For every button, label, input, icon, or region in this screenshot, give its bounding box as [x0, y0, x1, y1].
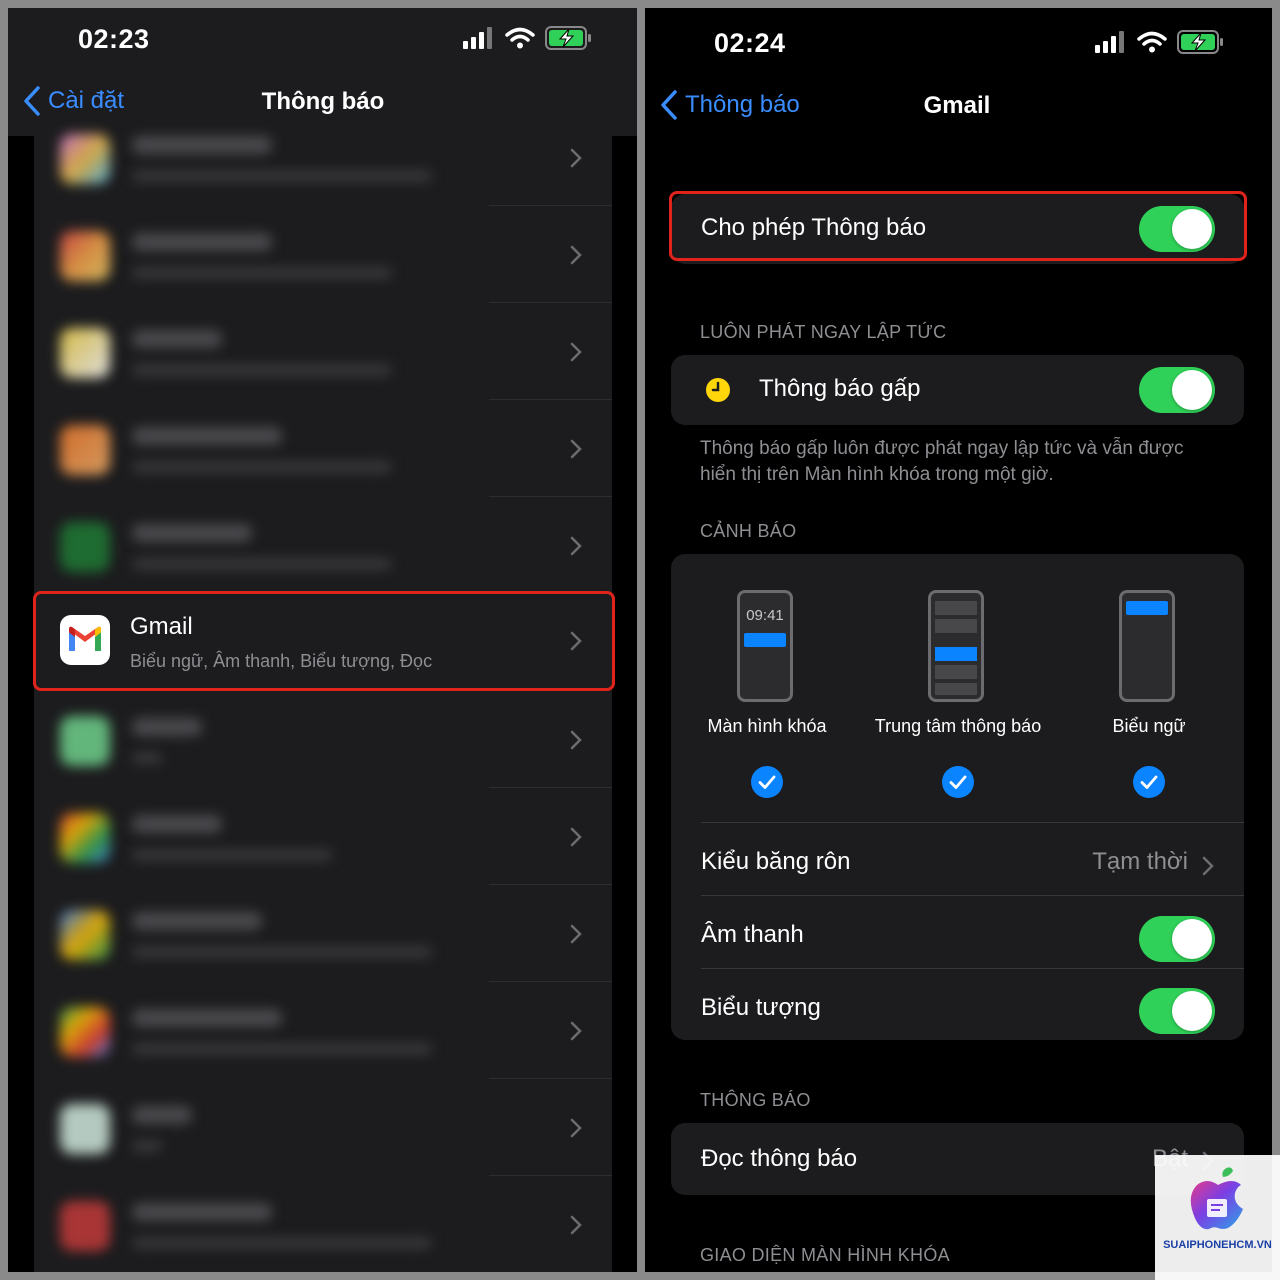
badges-toggle[interactable]	[1139, 988, 1215, 1034]
app-icon	[60, 134, 110, 184]
chevron-right-icon	[570, 1118, 582, 1138]
status-icons	[1095, 30, 1225, 54]
back-button[interactable]: Thông báo	[659, 90, 800, 120]
wifi-icon	[505, 27, 535, 49]
cellular-signal-icon	[1095, 31, 1124, 53]
time-sensitive-description-line1: Thông báo gấp luôn được phát ngay lập tứ…	[700, 438, 1184, 459]
app-icon	[60, 813, 110, 863]
battery-charging-icon	[1177, 30, 1223, 54]
chevron-right-icon	[570, 924, 582, 944]
wifi-icon	[1137, 31, 1167, 53]
section-header-always: LUÔN PHÁT NGAY LẬP TỨC	[700, 322, 947, 342]
app-icon	[60, 910, 110, 960]
section-header-alerts: CẢNH BÁO	[700, 521, 797, 541]
list-item[interactable]	[34, 789, 612, 885]
notification-center-preview[interactable]	[928, 590, 984, 702]
gmail-highlight-box	[33, 591, 615, 691]
banner-style-label: Kiểu băng rôn	[701, 848, 851, 875]
app-icon	[60, 231, 110, 281]
list-item[interactable]	[34, 1080, 612, 1176]
chevron-right-icon	[570, 730, 582, 750]
chevron-right-icon	[570, 536, 582, 556]
chevron-right-icon	[570, 342, 582, 362]
time-sensitive-label: Thông báo gấp	[759, 375, 921, 402]
allow-highlight-box	[669, 191, 1247, 261]
badges-label: Biểu tượng	[701, 994, 821, 1021]
lock-screen-time: 09:41	[746, 607, 784, 624]
app-icon	[60, 1007, 110, 1057]
apple-logo-icon	[1190, 1167, 1243, 1230]
notification-center-checkmark-icon[interactable]	[942, 766, 974, 798]
page-title: Gmail	[923, 92, 991, 119]
status-time: 02:24	[714, 28, 786, 58]
app-icon	[60, 522, 110, 572]
time-sensitive-toggle[interactable]	[1139, 367, 1215, 413]
chevron-right-icon	[570, 439, 582, 459]
status-time: 02:23	[78, 24, 150, 54]
chevron-right-icon	[570, 245, 582, 265]
banners-checkmark-icon[interactable]	[1133, 766, 1165, 798]
section-header-lock-appearance: GIAO DIỆN MÀN HÌNH KHÓA	[700, 1245, 950, 1265]
list-item[interactable]	[34, 886, 612, 982]
battery-charging-icon	[545, 26, 591, 50]
clock-icon	[706, 378, 730, 402]
chevron-right-icon	[570, 827, 582, 847]
list-item[interactable]	[34, 692, 612, 788]
banners-label: Biểu ngữ	[1112, 716, 1186, 736]
left-screen: 02:23 Cài đặt Thông báo Gmail Biểu ngữ, …	[8, 8, 637, 1272]
time-sensitive-row: Thông báo gấp	[671, 355, 1244, 425]
section-header-announce: THÔNG BÁO	[700, 1090, 811, 1110]
list-item[interactable]	[34, 207, 612, 303]
chevron-right-icon	[570, 148, 582, 168]
watermark-text: SUAIPHONEHCM.VN	[1163, 1239, 1272, 1251]
chevron-right-icon	[570, 1021, 582, 1041]
app-list	[34, 134, 612, 1272]
app-icon	[60, 1104, 110, 1154]
list-item[interactable]	[34, 401, 612, 497]
alerts-group: 09:41 Màn hình khóa Trung tâm thông báo …	[671, 554, 1244, 1040]
lock-screen-label: Màn hình khóa	[707, 716, 827, 736]
sounds-label: Âm thanh	[701, 921, 804, 948]
banner-style-value: Tạm thời	[1092, 848, 1188, 875]
chevron-left-icon	[661, 90, 677, 120]
banner-preview[interactable]	[1119, 590, 1175, 702]
lock-screen-preview[interactable]: 09:41	[737, 590, 793, 702]
list-item[interactable]	[34, 304, 612, 400]
app-icon	[60, 1201, 110, 1251]
sounds-toggle[interactable]	[1139, 916, 1215, 962]
app-icon	[60, 716, 110, 766]
back-label: Thông báo	[685, 91, 800, 118]
status-icons	[463, 26, 593, 50]
app-icon	[60, 425, 110, 475]
list-item[interactable]	[34, 498, 612, 594]
announce-label: Đọc thông báo	[701, 1145, 858, 1172]
notification-center-label: Trung tâm thông báo	[874, 716, 1042, 736]
list-item[interactable]	[34, 983, 612, 1079]
watermark-logo: SUAIPHONEHCM.VN	[1155, 1155, 1280, 1280]
chevron-right-icon	[570, 1215, 582, 1235]
cellular-signal-icon	[463, 27, 492, 49]
list-item[interactable]	[34, 1177, 612, 1272]
list-item[interactable]	[34, 110, 612, 206]
app-icon	[60, 328, 110, 378]
lock-screen-checkmark-icon[interactable]	[751, 766, 783, 798]
right-screen: 02:24 Thông báo Gmail Cho phép Thông báo	[645, 8, 1272, 1272]
time-sensitive-description-line2: hiển thị trên Màn hình khóa trong một gi…	[700, 464, 1054, 485]
chevron-right-icon	[1202, 856, 1214, 876]
